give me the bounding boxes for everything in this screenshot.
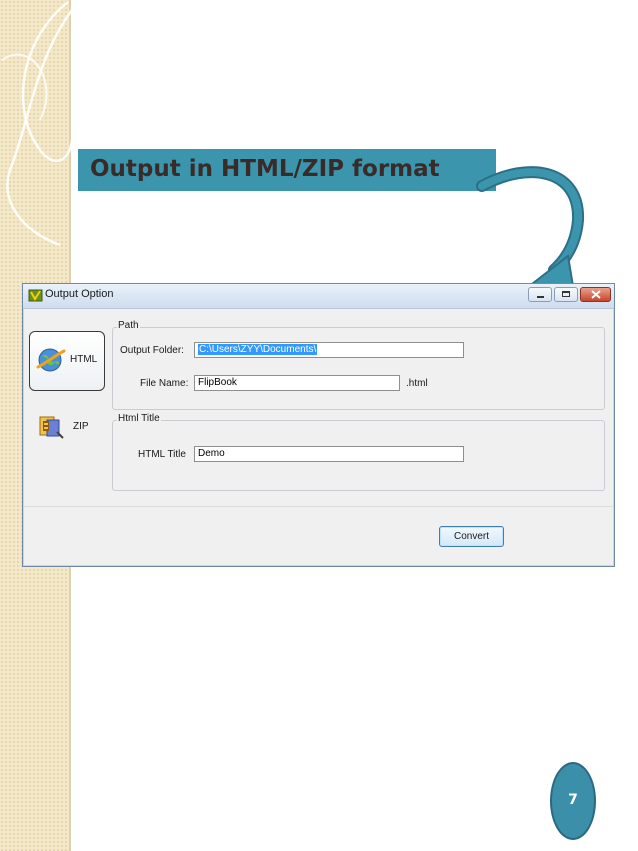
page-number: 7	[568, 792, 578, 808]
nav-label-html: HTML	[70, 354, 98, 365]
html-title-group: Html Title HTML Title Demo	[112, 413, 605, 491]
convert-button[interactable]: Convert	[439, 526, 504, 547]
nav-item-html[interactable]: HTML	[29, 331, 105, 391]
path-group-label: Path	[117, 320, 140, 331]
output-folder-label: Output Folder:	[120, 345, 184, 356]
file-name-input[interactable]: FlipBook	[194, 375, 400, 391]
window-title: Output Option	[45, 288, 114, 300]
window-titlebar[interactable]: Output Option	[23, 284, 614, 309]
close-button[interactable]	[580, 287, 611, 302]
globe-icon	[36, 348, 66, 372]
file-extension-label: .html	[406, 378, 428, 389]
decorative-curves	[1, 1, 74, 247]
page-number-badge: 7	[550, 762, 596, 840]
html-title-input[interactable]: Demo	[194, 446, 464, 462]
nav-item-zip[interactable]: ZIP	[29, 412, 105, 442]
close-icon	[591, 290, 601, 299]
output-folder-value: C:\Users\ZYY\Documents\	[198, 344, 318, 355]
zip-archive-icon	[39, 416, 64, 439]
path-group: Path Output Folder: C:\Users\ZYY\Documen…	[112, 320, 605, 410]
nav-label-zip: ZIP	[73, 421, 89, 432]
file-name-label: File Name:	[140, 378, 189, 389]
output-option-window: Output Option HTML ZIP Path Output Folde…	[22, 283, 615, 567]
html-title-label: HTML Title	[138, 449, 186, 460]
footer-divider	[23, 506, 614, 507]
slide-title: Output in HTML/ZIP format	[90, 156, 440, 182]
minimize-button[interactable]	[528, 287, 552, 302]
title-banner: Output in HTML/ZIP format	[78, 149, 496, 191]
app-icon	[28, 289, 43, 302]
minimize-icon	[537, 296, 544, 298]
html-title-group-label: Html Title	[117, 413, 161, 424]
curved-arrow-icon	[476, 166, 585, 294]
maximize-button[interactable]	[554, 287, 578, 302]
output-folder-input[interactable]: C:\Users\ZYY\Documents\	[194, 342, 464, 358]
maximize-icon	[562, 291, 570, 297]
